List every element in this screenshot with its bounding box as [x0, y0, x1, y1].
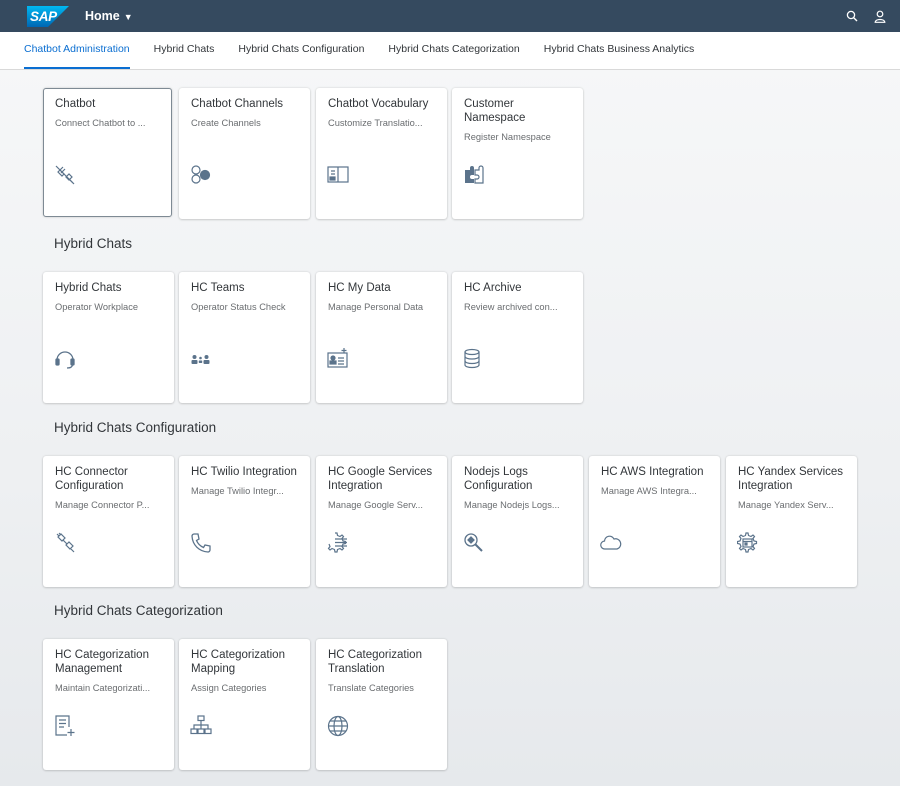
tab-chatbot-administration[interactable]: Chatbot Administration	[24, 43, 130, 69]
tile-title: Customer Namespace	[464, 98, 526, 124]
home-menu-button[interactable]: Home ▼	[85, 9, 133, 23]
disconnected-plug-icon	[54, 164, 76, 186]
book-icon	[327, 164, 349, 186]
tile-title: HC Archive	[464, 282, 522, 294]
tile-nodejs-logs-configuration[interactable]: Nodejs Logs Configuration Manage Nodejs …	[452, 456, 583, 587]
tile-title: HC Categorization Management	[55, 649, 149, 675]
tile-subtitle: Manage Google Serv...	[328, 500, 423, 510]
tab-hybrid-chats-business-analytics[interactable]: Hybrid Chats Business Analytics	[544, 43, 695, 69]
tile-title: HC Yandex Services Integration	[738, 466, 844, 492]
connector-icon	[54, 532, 76, 554]
tile-subtitle: Customize Translatio...	[328, 118, 423, 128]
tile-subtitle: Manage Twilio Integr...	[191, 486, 284, 496]
tile-title: HC Categorization Mapping	[191, 649, 285, 675]
tile-hc-teams[interactable]: HC Teams Operator Status Check	[179, 272, 310, 403]
tile-subtitle: Manage Personal Data	[328, 302, 424, 312]
tile-chatbot-channels[interactable]: Chatbot Channels Create Channels	[179, 88, 310, 219]
gear-calendar-icon	[737, 532, 759, 554]
globe-icon	[327, 715, 349, 737]
search-icon[interactable]	[846, 10, 858, 22]
puzzle-icon	[463, 164, 485, 186]
tile-title: HC Teams	[191, 282, 245, 294]
tile-chatbot-vocabulary[interactable]: Chatbot Vocabulary Customize Translatio.…	[316, 88, 447, 219]
tile-subtitle: Manage AWS Integra...	[601, 486, 697, 496]
section-title-hybrid-chats-configuration: Hybrid Chats Configuration	[54, 420, 217, 435]
tile-subtitle: Operator Status Check	[191, 302, 286, 312]
tile-subtitle: Translate Categories	[328, 683, 414, 693]
tab-hybrid-chats-configuration[interactable]: Hybrid Chats Configuration	[238, 43, 364, 69]
tile-subtitle: Maintain Categorizati...	[55, 683, 151, 693]
tile-title: HC Twilio Integration	[191, 466, 297, 478]
tile-subtitle: Review archived con...	[464, 302, 558, 312]
tile-hc-categorization-translation[interactable]: HC Categorization Translation Translate …	[316, 639, 447, 770]
add-document-icon	[54, 715, 76, 737]
tile-title: Nodejs Logs Configuration	[464, 466, 533, 492]
tile-hc-yandex-services-integration[interactable]: HC Yandex Services Integration Manage Ya…	[726, 456, 857, 587]
personal-data-icon	[327, 348, 349, 370]
tile-chatbot[interactable]: Chatbot Connect Chatbot to ...	[43, 88, 172, 217]
sap-logo-text: SAP	[30, 8, 57, 24]
tile-subtitle: Manage Connector P...	[55, 500, 150, 510]
hierarchy-icon	[190, 715, 212, 737]
tile-hc-connector-configuration[interactable]: HC Connector Configuration Manage Connec…	[43, 456, 174, 587]
tile-hybrid-chats[interactable]: Hybrid Chats Operator Workplace	[43, 272, 174, 403]
tab-hybrid-chats-categorization[interactable]: Hybrid Chats Categorization	[388, 43, 519, 69]
tile-subtitle: Manage Nodejs Logs...	[464, 500, 560, 510]
section-title-hybrid-chats-categorization: Hybrid Chats Categorization	[54, 603, 223, 618]
channels-icon	[190, 164, 212, 186]
tile-customer-namespace[interactable]: Customer Namespace Register Namespace	[452, 88, 583, 219]
chevron-down-icon: ▼	[123, 12, 133, 22]
tile-subtitle: Operator Workplace	[55, 302, 139, 312]
tab-hybrid-chats[interactable]: Hybrid Chats	[154, 43, 215, 69]
team-icon	[190, 348, 212, 370]
tile-title: HC AWS Integration	[601, 466, 704, 478]
tile-subtitle: Connect Chatbot to ...	[55, 118, 146, 128]
tile-hc-archive[interactable]: HC Archive Review archived con...	[452, 272, 583, 403]
phone-icon	[190, 532, 212, 554]
tile-subtitle: Assign Categories	[191, 683, 267, 693]
tile-subtitle: Create Channels	[191, 118, 261, 128]
home-label: Home	[85, 9, 120, 23]
search-logs-icon	[463, 532, 485, 554]
tile-hc-aws-integration[interactable]: HC AWS Integration Manage AWS Integra...	[589, 456, 720, 587]
section-title-hybrid-chats: Hybrid Chats	[54, 236, 133, 251]
shell-header: SAP Home ▼	[0, 0, 900, 32]
database-icon	[463, 348, 485, 370]
tile-hc-categorization-mapping[interactable]: HC Categorization Mapping Assign Categor…	[179, 639, 310, 770]
tile-title: Chatbot Channels	[191, 98, 284, 110]
tile-title: Chatbot Vocabulary	[328, 98, 429, 110]
tile-hc-categorization-management[interactable]: HC Categorization Management Maintain Ca…	[43, 639, 174, 770]
tile-hc-google-services-integration[interactable]: HC Google Services Integration Manage Go…	[316, 456, 447, 587]
tile-hc-my-data[interactable]: HC My Data Manage Personal Data	[316, 272, 447, 403]
tile-title: HC My Data	[328, 282, 391, 294]
tile-subtitle: Register Namespace	[464, 132, 551, 142]
tile-title: HC Google Services Integration	[328, 466, 433, 492]
headset-icon	[54, 348, 76, 370]
tile-title: Hybrid Chats	[55, 282, 122, 294]
tile-title: Chatbot	[55, 98, 96, 110]
anchor-tab-bar: Chatbot Administration Hybrid Chats Hybr…	[0, 32, 900, 70]
tile-title: HC Connector Configuration	[55, 466, 128, 492]
user-icon[interactable]	[874, 10, 886, 23]
cloud-icon	[600, 532, 622, 554]
settings-list-icon	[327, 532, 349, 554]
tile-subtitle: Manage Yandex Serv...	[738, 500, 834, 510]
tile-hc-twilio-integration[interactable]: HC Twilio Integration Manage Twilio Inte…	[179, 456, 310, 587]
sap-logo[interactable]: SAP	[27, 5, 69, 27]
tile-title: HC Categorization Translation	[328, 649, 422, 675]
